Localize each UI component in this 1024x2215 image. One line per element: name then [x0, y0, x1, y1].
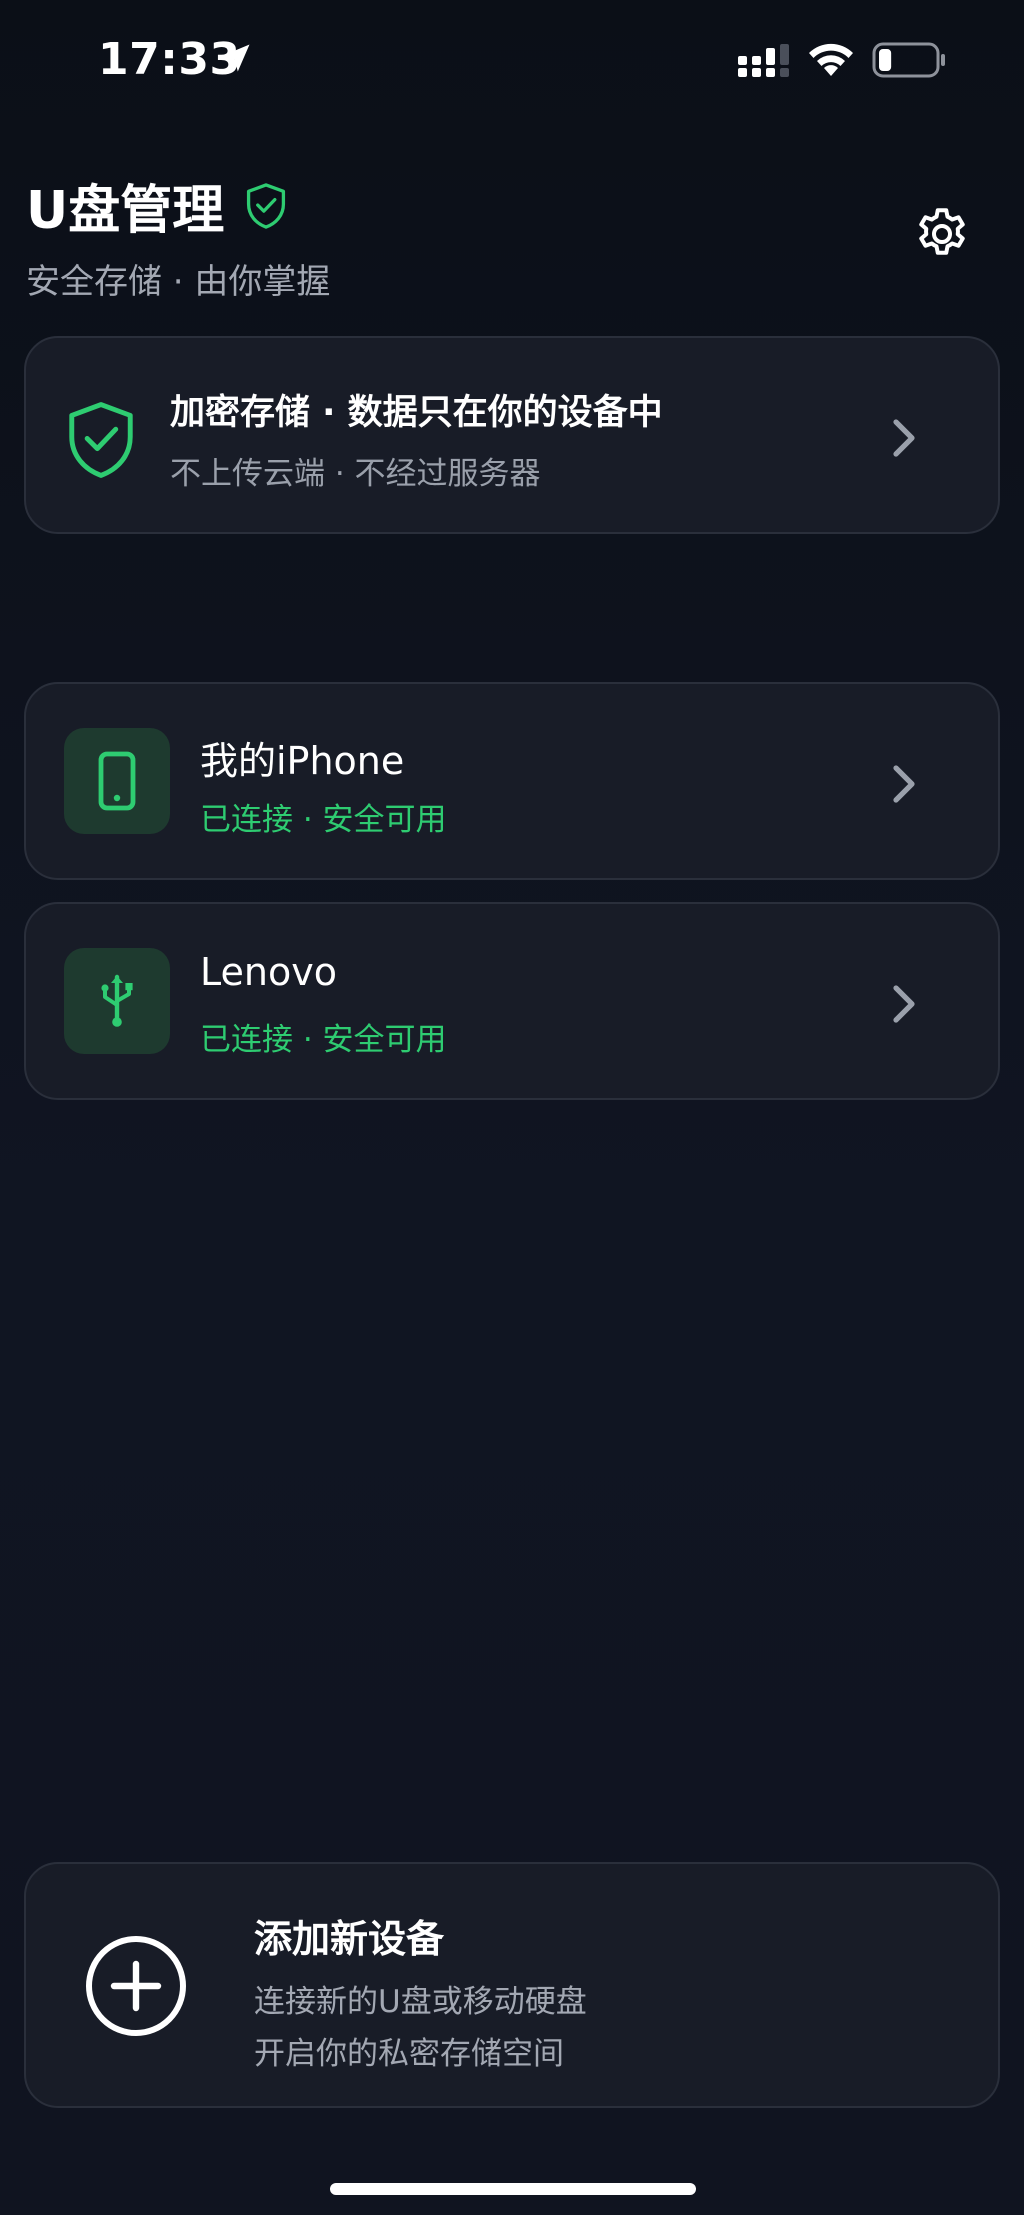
- wifi-icon: [809, 43, 853, 76]
- home-indicator[interactable]: [330, 2183, 696, 2195]
- add-device-description: 连接新的U盘或移动硬盘: [254, 1984, 587, 2020]
- add-device-title: 添加新设备: [254, 1917, 445, 1961]
- add-device-button[interactable]: 添加新设备 连接新的U盘或移动硬盘 开启你的私密存储空间: [24, 1862, 1000, 2108]
- security-banner[interactable]: 加密存储 · 数据只在你的设备中 不上传云端 · 不经过服务器: [24, 336, 1000, 534]
- location-arrow-icon: [222, 44, 250, 72]
- device-name: 我的iPhone: [200, 739, 405, 783]
- phone-icon: [98, 751, 136, 811]
- device-icon-box: [64, 728, 170, 834]
- shield-check-icon: [247, 182, 286, 229]
- device-card-iphone[interactable]: 我的iPhone 已连接 · 安全可用: [24, 682, 1000, 880]
- device-status: 已连接 · 安全可用: [200, 802, 447, 838]
- chevron-right-icon: [893, 419, 915, 457]
- usb-icon: [101, 974, 133, 1027]
- gear-icon[interactable]: [912, 204, 972, 264]
- status-bar: 17:33: [0, 0, 1024, 120]
- page-title: U盘管理: [26, 181, 225, 241]
- add-device-description-2: 开启你的私密存储空间: [254, 2036, 564, 2072]
- device-icon-box: [64, 948, 170, 1054]
- shield-check-icon: [69, 402, 133, 478]
- device-status: 已连接 · 安全可用: [200, 1022, 447, 1058]
- device-name: Lenovo: [200, 950, 337, 994]
- cellular-signal-icon: [738, 44, 789, 77]
- chevron-right-icon: [893, 765, 915, 803]
- header: U盘管理: [26, 168, 288, 243]
- battery-icon: [872, 42, 945, 78]
- page-subtitle: 安全存储 · 由你掌握: [26, 262, 331, 302]
- device-card-lenovo[interactable]: Lenovo 已连接 · 安全可用: [24, 902, 1000, 1100]
- chevron-right-icon: [893, 985, 915, 1023]
- banner-title: 加密存储 · 数据只在你的设备中: [170, 393, 663, 433]
- plus-circle-icon: [86, 1936, 186, 2036]
- banner-subtitle: 不上传云端 · 不经过服务器: [170, 456, 541, 492]
